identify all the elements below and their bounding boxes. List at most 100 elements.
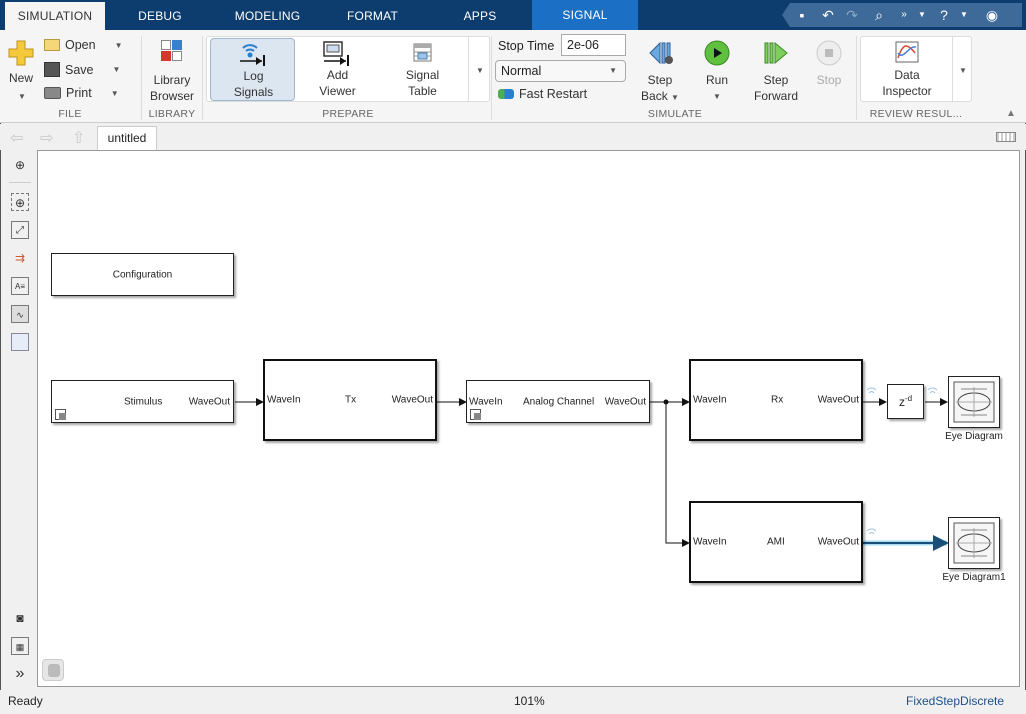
simulation-mode-select[interactable]: Normal ▼ (495, 60, 626, 82)
data-inspector-button[interactable]: Data Inspector (862, 38, 952, 101)
signal-arrows-icon[interactable]: ⇉ (11, 249, 29, 267)
data-inspector-label-2: Inspector (882, 84, 932, 98)
tx-block[interactable]: WaveIn Tx WaveOut (263, 359, 437, 441)
solver-link[interactable]: FixedStepDiscrete (906, 694, 1004, 708)
stop-button[interactable]: Stop (812, 38, 846, 102)
collapse-icon[interactable]: ◉ (982, 3, 1002, 27)
up-arrow-icon[interactable]: ⇧ (72, 128, 85, 148)
review-group-label: REVIEW RESUL... (869, 108, 963, 120)
output-port-label: WaveOut (604, 396, 646, 407)
log-badge-icon (866, 387, 877, 394)
signal-table-button[interactable]: Signal Table (385, 38, 460, 101)
shortcut-icon[interactable]: » (894, 3, 914, 27)
chevron-down-icon: ▼ (114, 40, 123, 50)
redo-icon[interactable]: ↷ (842, 3, 862, 27)
canvas-toolbar: ⊕ ⊕ ⤢ ⇉ A≡ ∿ ◙ ▦ » (5, 150, 35, 686)
tab-debug[interactable]: DEBUG (120, 2, 200, 30)
model-browser-icon[interactable]: ▦ (11, 637, 29, 655)
fast-restart-icon (498, 89, 514, 99)
forward-arrow-icon[interactable]: ⇨ (40, 128, 53, 148)
hide-explorer-icon[interactable]: ⊕ (11, 156, 29, 174)
data-inspector-icon (895, 41, 919, 63)
chevron-down-icon: ▼ (18, 92, 26, 101)
analog-channel-block[interactable]: WaveIn Analog Channel WaveOut (466, 380, 650, 423)
block-label: Analog Channel (523, 396, 595, 407)
log-signals-button[interactable]: Log Signals (210, 38, 295, 101)
simulate-group-label: SIMULATE (647, 108, 703, 120)
expand-toolbar-icon[interactable]: » (11, 665, 29, 683)
zoom-in-icon[interactable]: ⊕ (11, 193, 29, 211)
keyboard-icon[interactable] (996, 132, 1016, 142)
tab-simulation[interactable]: SIMULATION (5, 2, 105, 30)
signal-line-branch-ami (665, 402, 690, 547)
save-button[interactable]: Save ▼ (44, 62, 120, 77)
run-button[interactable]: Run ▼ (698, 38, 736, 102)
eye-diagram1-block[interactable] (948, 517, 1000, 569)
help-icon[interactable]: ? (934, 3, 954, 27)
model-canvas[interactable]: Configuration Stimulus WaveOut WaveIn Tx… (37, 150, 1020, 687)
divider (491, 36, 492, 120)
tab-format[interactable]: FORMAT (330, 2, 415, 30)
open-button[interactable]: Open ▼ (44, 38, 123, 52)
tab-apps[interactable]: APPS (440, 2, 520, 30)
back-arrow-icon[interactable]: ⇦ (10, 128, 23, 148)
delay-block[interactable]: z-d (887, 384, 924, 419)
review-gallery-expand[interactable]: ▼ (952, 36, 972, 102)
prepare-gallery-expand[interactable]: ▼ (468, 36, 490, 102)
library-browser-button[interactable]: Library Browser (146, 38, 198, 103)
chevron-down-icon: ▼ (112, 65, 121, 74)
quick-access-toolbar: ▪ ↶ ↷ ⌕ » ▼ ? ▼ ◉ (782, 3, 1022, 27)
signal-table-label-2: Table (408, 84, 437, 98)
input-port-label: WaveIn (267, 394, 301, 406)
log-badge-icon (927, 387, 938, 394)
stop-time-label: Stop Time (498, 39, 555, 53)
eye-diagram-block[interactable] (948, 376, 1000, 428)
signal-table-label-1: Signal (405, 68, 440, 82)
add-viewer-button[interactable]: Add Viewer (300, 38, 375, 101)
search-icon[interactable]: ⌕ (869, 3, 889, 27)
image-icon[interactable]: ∿ (11, 305, 29, 323)
tab-untitled[interactable]: untitled (97, 126, 157, 150)
stop-time-input[interactable]: 2e-06 (561, 34, 626, 56)
chevron-down-icon[interactable]: ▼ (954, 3, 974, 27)
camera-icon[interactable]: ◙ (11, 609, 29, 627)
chevron-down-icon: ▼ (476, 66, 484, 75)
fit-to-view-icon[interactable]: ⤢ (11, 221, 29, 239)
tab-modeling[interactable]: MODELING (220, 2, 315, 30)
divider (856, 36, 857, 120)
chevron-down-icon: ▼ (959, 66, 967, 75)
data-dictionary-button[interactable] (42, 659, 64, 681)
output-port-label: WaveOut (817, 536, 859, 548)
run-icon (704, 40, 730, 66)
new-label: New (8, 71, 33, 85)
prepare-group-label: PREPARE (322, 108, 374, 120)
new-button[interactable]: New ▼ (6, 36, 36, 102)
rx-block[interactable]: WaveIn Rx WaveOut (689, 359, 863, 441)
area-icon[interactable] (11, 333, 29, 351)
collapse-ribbon-button[interactable]: ▲ (1006, 108, 1016, 119)
ami-block[interactable]: WaveIn AMI WaveOut (689, 501, 863, 583)
step-back-button[interactable]: Step Back ▼ (636, 38, 684, 103)
eye-diagram1-label: Eye Diagram1 (942, 572, 1006, 583)
folder-icon (44, 39, 60, 51)
undo-icon[interactable]: ↶ (818, 3, 838, 27)
library-label-2: Browser (149, 89, 194, 103)
ribbon: New ▼ Open ▼ Save ▼ Print ▼ FILE Library… (0, 30, 1026, 123)
library-group-label: LIBRARY (148, 108, 196, 120)
stop-label: Stop (816, 73, 842, 87)
step-forward-button[interactable]: Step Forward (748, 38, 804, 103)
step-back-label-2: Back (641, 89, 668, 103)
stimulus-block[interactable]: Stimulus WaveOut (51, 380, 234, 423)
log-badge-icon (866, 528, 877, 535)
configuration-block[interactable]: Configuration (51, 253, 234, 296)
print-button[interactable]: Print ▼ (44, 86, 119, 100)
block-label: Stimulus (124, 396, 163, 407)
save-icon[interactable]: ▪ (792, 3, 812, 27)
input-port-label: WaveIn (693, 536, 727, 548)
chevron-down-icon[interactable]: ▼ (912, 3, 932, 27)
annotation-icon[interactable]: A≡ (11, 277, 29, 295)
fast-restart-button[interactable]: Fast Restart (498, 87, 587, 101)
log-label-1: Log (243, 69, 264, 83)
run-label: Run (705, 73, 728, 87)
tab-signal[interactable]: SIGNAL (532, 0, 638, 30)
